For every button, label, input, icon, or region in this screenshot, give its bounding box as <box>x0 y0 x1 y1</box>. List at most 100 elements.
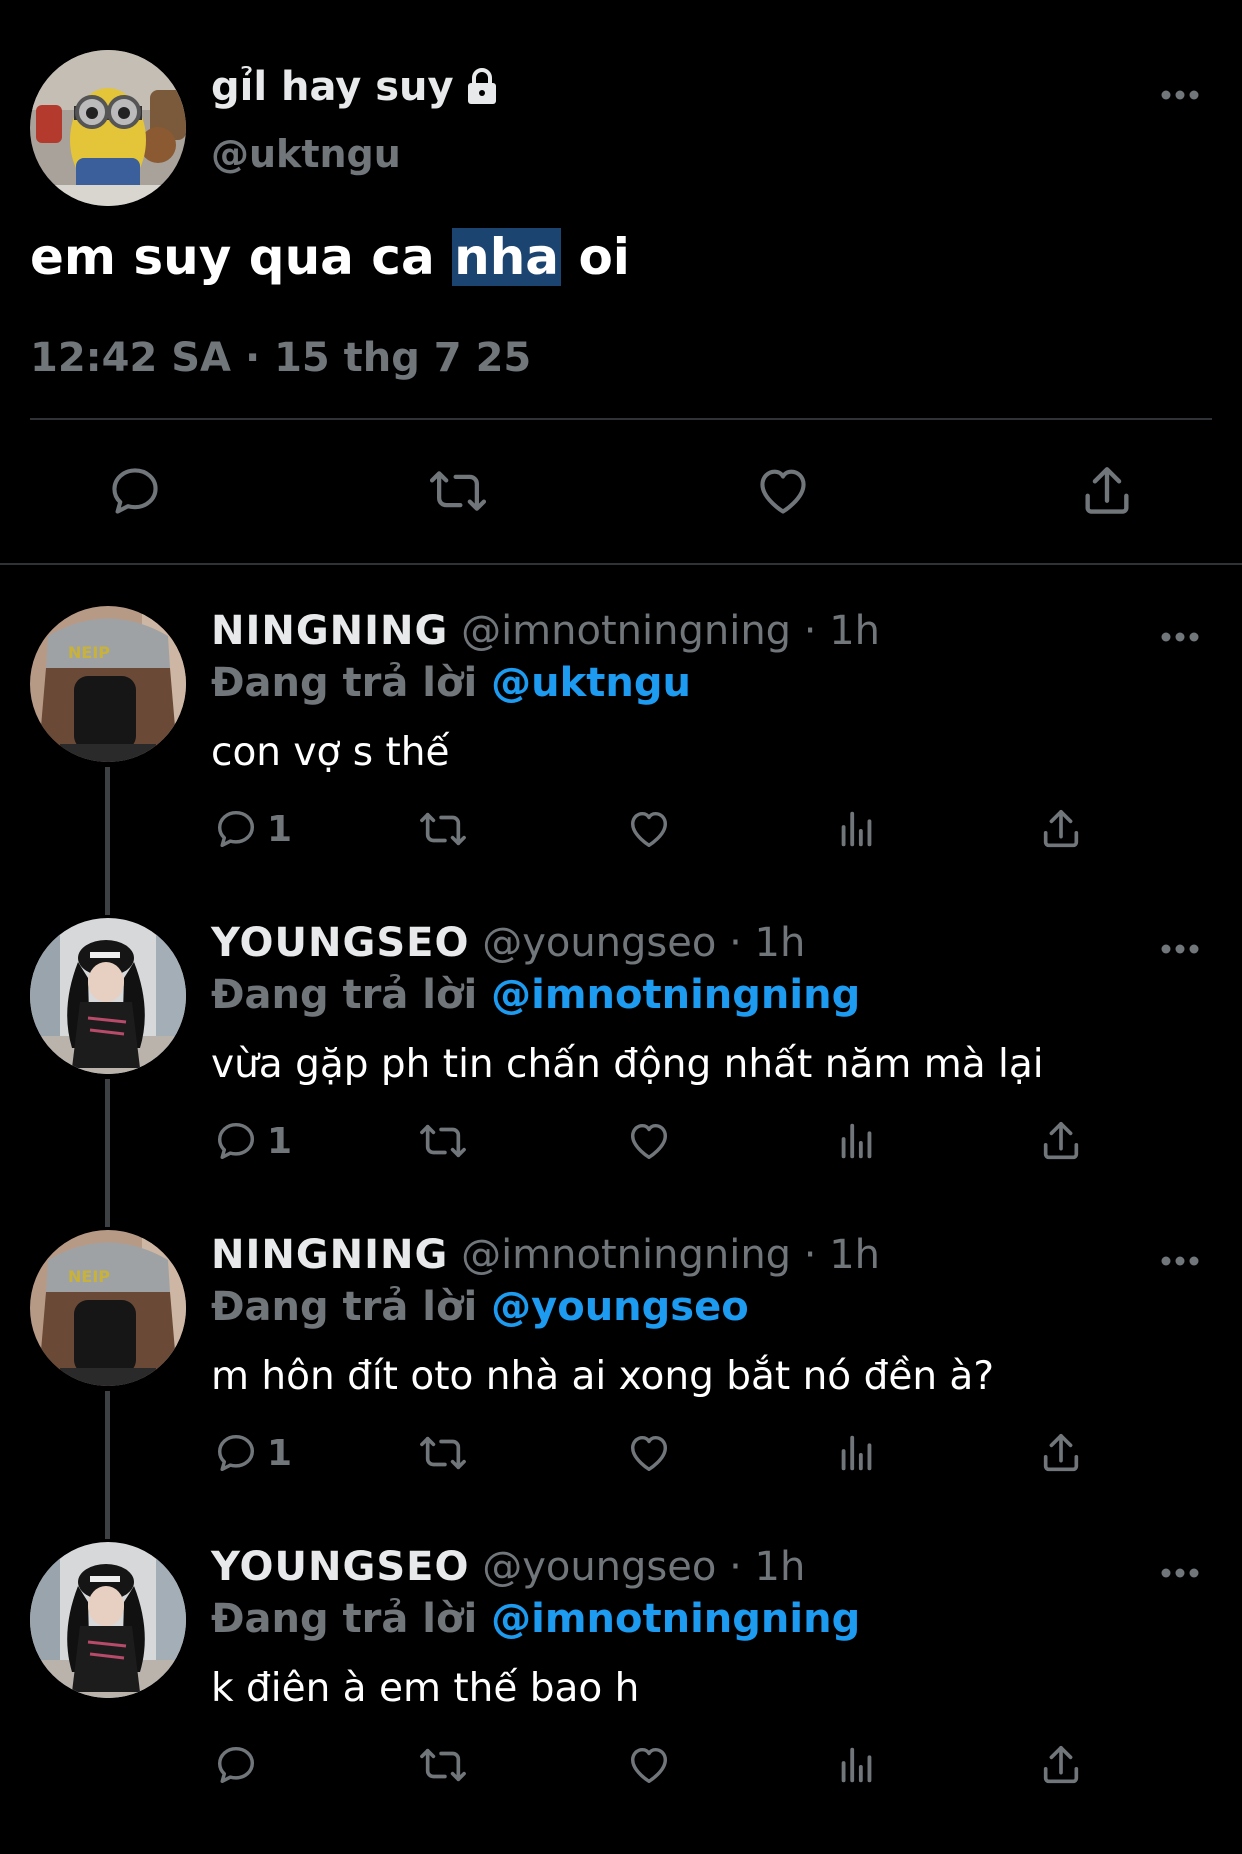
reply-count: 1 <box>267 1432 293 1474</box>
mention-link[interactable]: @youngseo <box>491 1284 749 1330</box>
mention-link[interactable]: @imnotningning <box>491 972 860 1018</box>
replying-to: Đang trả lời @imnotningning <box>211 972 860 1018</box>
like-button[interactable] <box>626 1742 672 1788</box>
tweet-text-start: em suy qua ca <box>30 228 453 286</box>
retweet-icon <box>416 806 470 852</box>
reply-icon <box>213 806 259 852</box>
reply-time: · 1h <box>803 608 881 654</box>
svg-text:NEIP: NEIP <box>68 1267 110 1286</box>
share-button[interactable] <box>1038 806 1084 852</box>
reply-button[interactable]: 1 <box>213 806 292 852</box>
replying-to: Đang trả lời @uktngu <box>211 660 691 706</box>
share-icon <box>1038 1430 1084 1476</box>
share-icon <box>1038 1118 1084 1164</box>
share-icon <box>1038 1742 1084 1788</box>
reply-author-name[interactable]: NINGNING <box>211 608 448 654</box>
replying-to: Đang trả lời @imnotningning <box>211 1596 860 1642</box>
replying-to-label: Đang trả lời <box>211 1596 492 1642</box>
avatar[interactable] <box>30 50 186 206</box>
more-icon[interactable] <box>1160 1255 1200 1267</box>
retweet-icon <box>416 1430 470 1476</box>
reply-count: 1 <box>267 1120 293 1162</box>
reply-header: YOUNGSEO @youngseo · 1h <box>211 920 805 966</box>
reply-header: YOUNGSEO @youngseo · 1h <box>211 1544 805 1590</box>
views-button[interactable] <box>834 1118 880 1164</box>
thread-line <box>105 1079 110 1227</box>
avatar[interactable]: NEIP <box>30 1230 186 1386</box>
reply-author-handle[interactable]: @youngseo <box>482 1544 716 1590</box>
more-icon[interactable] <box>1160 943 1200 955</box>
reply-tweet[interactable]: YOUNGSEO @youngseo · 1h Đang trả lời @im… <box>0 918 1242 1230</box>
views-button[interactable] <box>834 1430 880 1476</box>
selected-text[interactable]: nha <box>452 228 562 286</box>
reply-author-handle[interactable]: @imnotningning <box>461 608 791 654</box>
views-button[interactable] <box>834 1742 880 1788</box>
retweet-button[interactable] <box>416 806 470 852</box>
tweet-text: em suy qua ca nha oi <box>30 228 630 286</box>
reply-button[interactable]: 1 <box>213 1118 292 1164</box>
reply-text: vừa gặp ph tin chấn động nhất năm mà lại <box>211 1042 1044 1087</box>
reply-icon[interactable] <box>106 462 164 520</box>
more-icon[interactable] <box>1160 89 1200 101</box>
like-button[interactable] <box>626 1118 672 1164</box>
tweet-timestamp[interactable]: 12:42 SA · 15 thg 7 25 <box>30 335 531 381</box>
reply-tweet[interactable]: YOUNGSEO @youngseo · 1h Đang trả lời @im… <box>0 1542 1242 1854</box>
reply-header: NINGNING @imnotningning · 1h <box>211 1232 880 1278</box>
like-icon <box>626 1118 672 1164</box>
mention-link[interactable]: @imnotningning <box>491 1596 860 1642</box>
views-button[interactable] <box>834 806 880 852</box>
reply-author-handle[interactable]: @youngseo <box>482 920 716 966</box>
share-button[interactable] <box>1038 1742 1084 1788</box>
thread-line <box>105 767 110 915</box>
replying-to-label: Đang trả lời <box>211 1284 492 1330</box>
tweet-text-end: oi <box>561 228 630 286</box>
share-icon[interactable] <box>1078 462 1136 520</box>
like-button[interactable] <box>626 1430 672 1476</box>
share-icon <box>1038 806 1084 852</box>
share-button[interactable] <box>1038 1430 1084 1476</box>
retweet-button[interactable] <box>416 1118 470 1164</box>
like-icon <box>626 806 672 852</box>
mention-link[interactable]: @uktngu <box>491 660 691 706</box>
reply-button[interactable]: 1 <box>213 1430 292 1476</box>
reply-text: k điên à em thế bao h <box>211 1666 640 1711</box>
reply-header: NINGNING @imnotningning · 1h <box>211 608 880 654</box>
retweet-icon <box>416 1118 470 1164</box>
reply-author-name[interactable]: NINGNING <box>211 1232 448 1278</box>
reply-author-handle[interactable]: @imnotningning <box>461 1232 791 1278</box>
more-icon[interactable] <box>1160 631 1200 643</box>
avatar[interactable] <box>30 1542 186 1698</box>
retweet-icon <box>416 1742 470 1788</box>
like-button[interactable] <box>626 806 672 852</box>
display-name-text: gỉl hay suy <box>211 64 454 110</box>
retweet-button[interactable] <box>416 1430 470 1476</box>
reply-count: 1 <box>267 808 293 850</box>
replying-to-label: Đang trả lời <box>211 972 492 1018</box>
reply-time: · 1h <box>729 1544 806 1590</box>
reply-author-name[interactable]: YOUNGSEO <box>211 920 469 966</box>
retweet-icon[interactable] <box>425 462 491 520</box>
retweet-button[interactable] <box>416 1742 470 1788</box>
views-icon <box>834 806 880 852</box>
more-icon[interactable] <box>1160 1567 1200 1579</box>
display-name[interactable]: gỉl hay suy <box>211 64 500 110</box>
share-button[interactable] <box>1038 1118 1084 1164</box>
reply-text: con vợ s thế <box>211 730 450 775</box>
reply-button[interactable] <box>213 1742 267 1788</box>
reply-tweet[interactable]: NEIP NINGNING @imnotningning · 1h Đang t… <box>0 1230 1242 1542</box>
reply-icon <box>213 1430 259 1476</box>
main-tweet: gỉl hay suy @uktngu em suy qua ca nha oi… <box>0 0 1242 564</box>
reply-author-name[interactable]: YOUNGSEO <box>211 1544 469 1590</box>
reply-time: · 1h <box>803 1232 881 1278</box>
views-icon <box>834 1430 880 1476</box>
thread-line <box>105 1391 110 1539</box>
user-handle[interactable]: @uktngu <box>211 132 401 176</box>
reply-tweet[interactable]: NEIP NINGNING @imnotningning · 1h Đang t… <box>0 606 1242 918</box>
like-icon[interactable] <box>754 462 812 520</box>
reply-icon <box>213 1118 259 1164</box>
reply-text: m hôn đít oto nhà ai xong bắt nó đền à? <box>211 1354 995 1399</box>
avatar[interactable] <box>30 918 186 1074</box>
avatar[interactable]: NEIP <box>30 606 186 762</box>
reply-icon <box>213 1742 259 1788</box>
reply-time: · 1h <box>729 920 806 966</box>
